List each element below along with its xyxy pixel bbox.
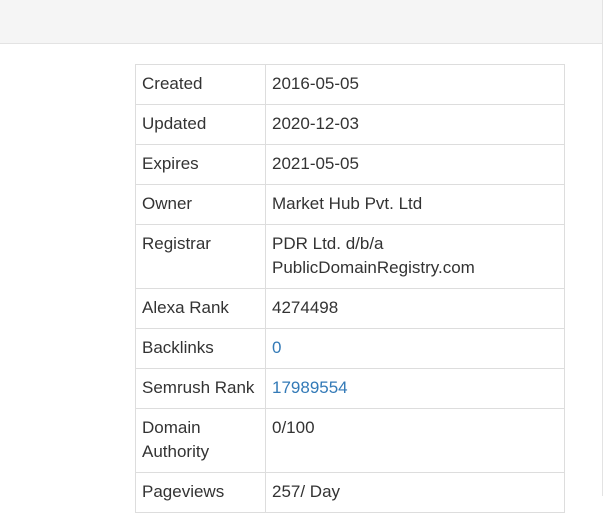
row-label: Owner [135,184,266,225]
row-value: 2016-05-05 [265,64,565,105]
table-row-expires: Expires 2021-05-05 [135,144,565,185]
table-row-pageviews: Pageviews 257/ Day [135,472,565,513]
backlinks-link[interactable]: 0 [272,338,281,357]
table-row-updated: Updated 2020-12-03 [135,104,565,145]
row-label: Semrush Rank [135,368,266,409]
row-value: 2020-12-03 [265,104,565,145]
table-row-alexa-rank: Alexa Rank 4274498 [135,288,565,329]
table-row-registrar: Registrar PDR Ltd. d/b/a PublicDomainReg… [135,224,565,289]
row-value: 2021-05-05 [265,144,565,185]
row-value: 0/100 [265,408,565,473]
row-value: Market Hub Pvt. Ltd [265,184,565,225]
semrush-rank-link[interactable]: 17989554 [272,378,348,397]
row-value: 257/ Day [265,472,565,513]
row-label: Registrar [135,224,266,289]
row-label: Alexa Rank [135,288,266,329]
row-label: Domain Authority [135,408,266,473]
table-row-domain-authority: Domain Authority 0/100 [135,408,565,473]
row-value: 4274498 [265,288,565,329]
table-row-created: Created 2016-05-05 [135,64,565,105]
domain-info-table: Created 2016-05-05 Updated 2020-12-03 Ex… [135,64,565,513]
row-label: Created [135,64,266,105]
row-value: 0 [265,328,565,369]
table-row-semrush-rank: Semrush Rank 17989554 [135,368,565,409]
table-row-owner: Owner Market Hub Pvt. Ltd [135,184,565,225]
row-value: 17989554 [265,368,565,409]
row-label: Expires [135,144,266,185]
row-value: PDR Ltd. d/b/a PublicDomainRegistry.com [265,224,565,289]
row-label: Backlinks [135,328,266,369]
table-row-backlinks: Backlinks 0 [135,328,565,369]
row-label: Updated [135,104,266,145]
row-label: Pageviews [135,472,266,513]
top-header-bar [0,0,603,44]
content-right-border [602,44,603,496]
